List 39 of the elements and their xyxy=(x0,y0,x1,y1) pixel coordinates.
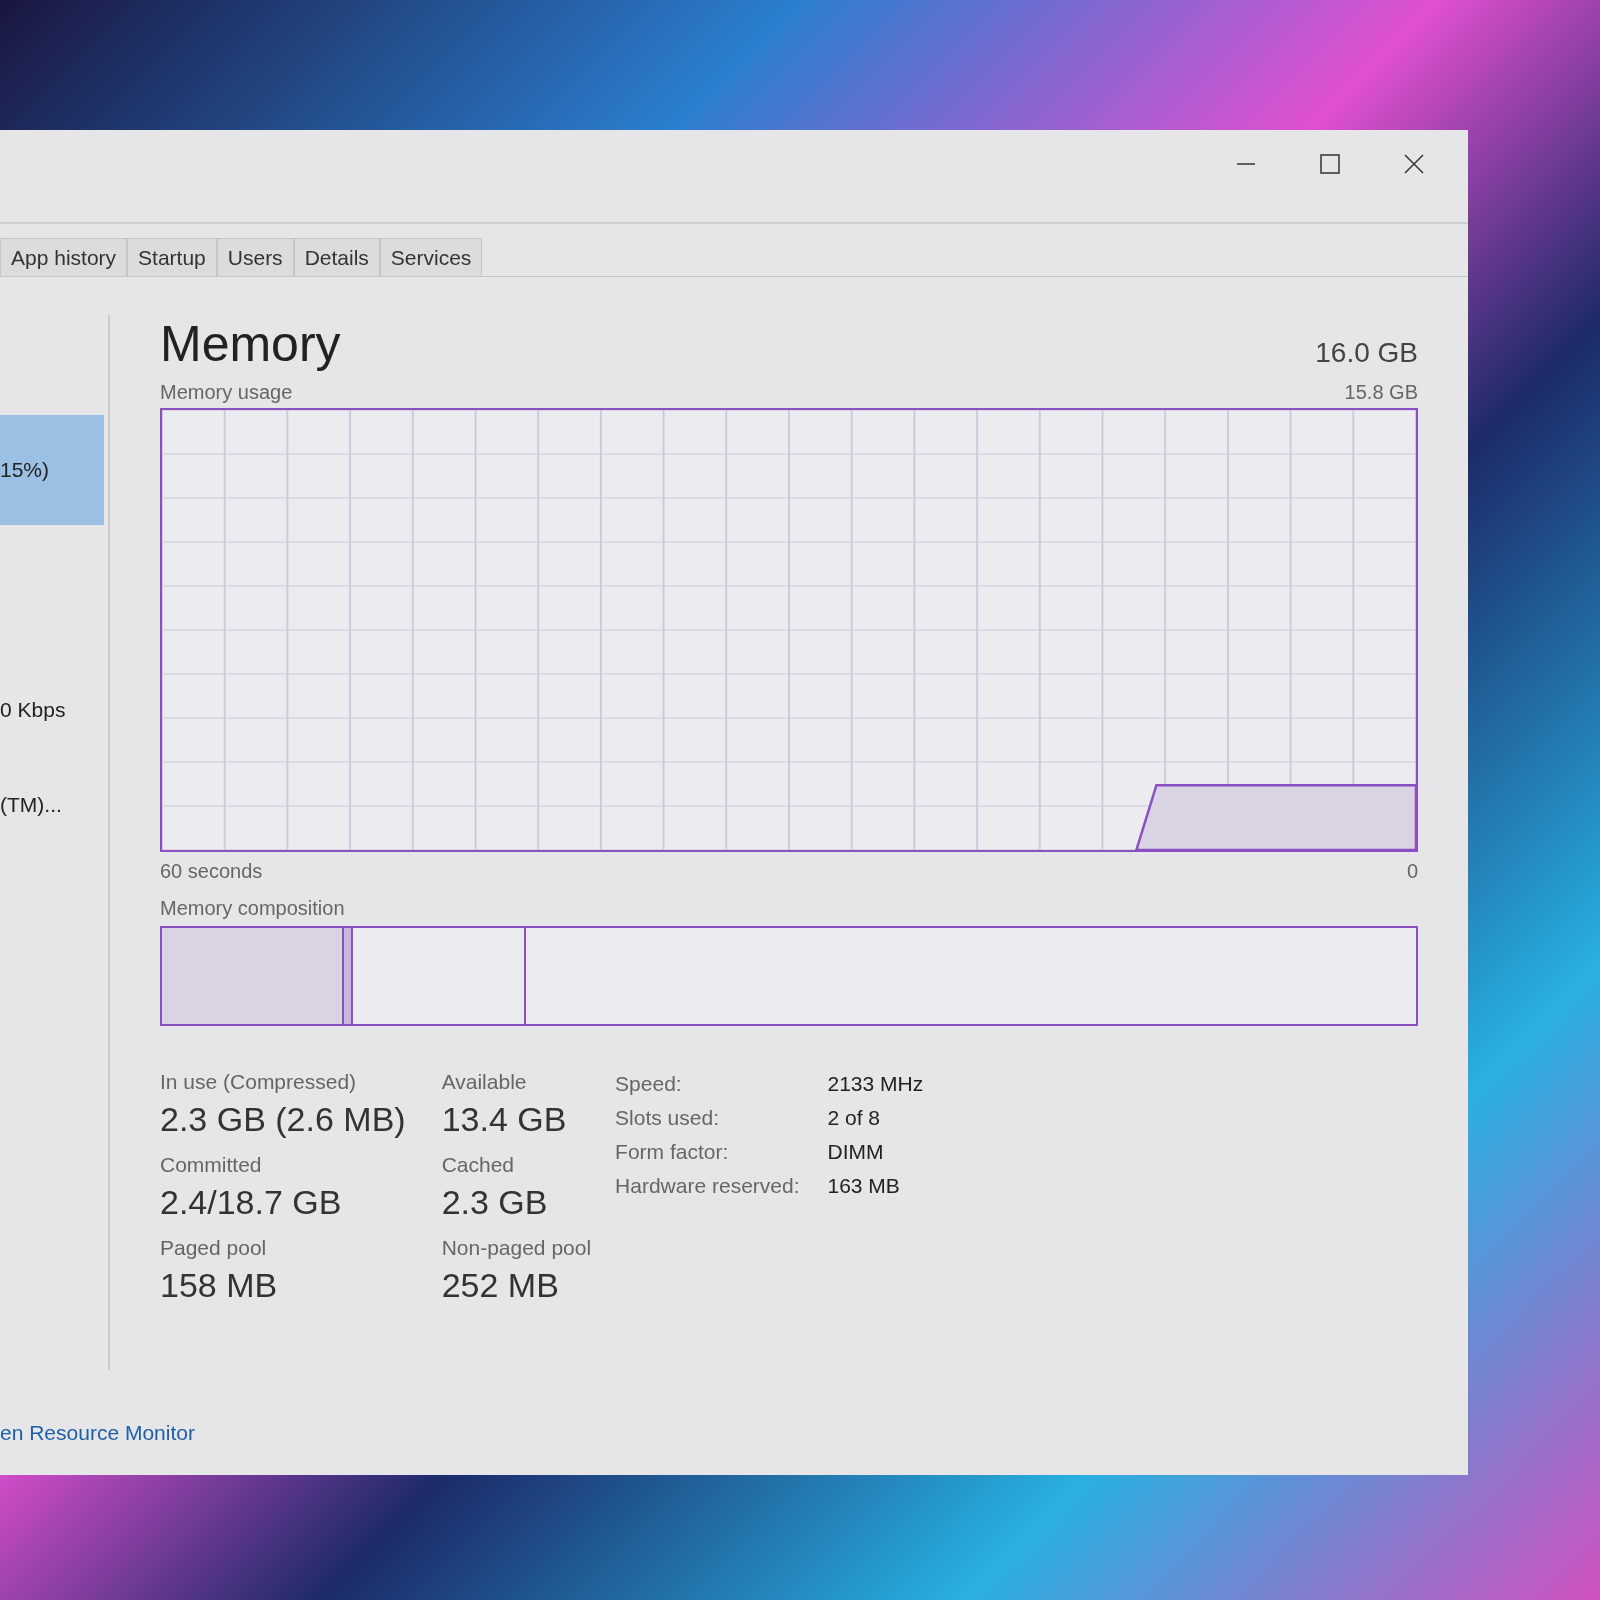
stat-value: 2.3 GB (2.6 MB) xyxy=(160,1100,406,1139)
detail-label: Form factor: xyxy=(615,1140,730,1164)
tab[interactable]: Details xyxy=(293,238,380,276)
stat-label: Available xyxy=(441,1070,528,1094)
tab[interactable]: Services xyxy=(379,238,483,276)
graph-label: Memory composition xyxy=(160,897,345,919)
minimize-icon xyxy=(1236,163,1256,165)
panel-title: Memory xyxy=(160,315,341,373)
stat-value: 13.4 GB xyxy=(441,1100,568,1139)
graph-max-label: 15.8 GB xyxy=(1344,381,1418,404)
detail-label: Hardware reserved: xyxy=(615,1174,800,1198)
resource-monitor-link[interactable]: en Resource Monitor xyxy=(0,1421,195,1444)
detail-value: 2 of 8 xyxy=(827,1106,882,1130)
detail-label: Speed: xyxy=(615,1072,683,1096)
graph-label: Memory usage xyxy=(160,381,293,404)
close-icon xyxy=(1404,154,1424,174)
detail-value: 163 MB xyxy=(827,1174,901,1198)
tab[interactable]: Startup xyxy=(127,238,217,276)
maximize-icon xyxy=(1320,154,1340,174)
axis-label: 60 seconds xyxy=(160,860,263,883)
sidebar-item[interactable]: (TM)... xyxy=(0,780,104,830)
stat-label: Committed xyxy=(160,1153,263,1177)
stat-value: 158 MB xyxy=(160,1266,279,1305)
sidebar-item[interactable]: 0 Kbps xyxy=(0,685,104,735)
stat-value: 2.3 GB xyxy=(441,1183,549,1222)
sidebar-item[interactable]: 15%) xyxy=(0,415,104,525)
stat-value: 252 MB xyxy=(441,1266,560,1305)
detail-label: Slots used: xyxy=(615,1106,720,1130)
stat-label: Cached xyxy=(441,1153,516,1177)
stat-label: In use (Compressed) xyxy=(160,1070,358,1094)
tab[interactable]: App history xyxy=(0,238,128,276)
detail-value: 2133 MHz xyxy=(827,1072,924,1096)
stat-label: Paged pool xyxy=(160,1236,268,1260)
total-memory: 16.0 GB xyxy=(1315,337,1418,369)
detail-value: DIMM xyxy=(827,1140,885,1164)
stat-label: Non-paged pool xyxy=(441,1236,592,1260)
axis-label: 0 xyxy=(1406,860,1418,883)
stat-value: 2.4/18.7 GB xyxy=(160,1183,343,1222)
tab[interactable]: Users xyxy=(216,238,294,276)
